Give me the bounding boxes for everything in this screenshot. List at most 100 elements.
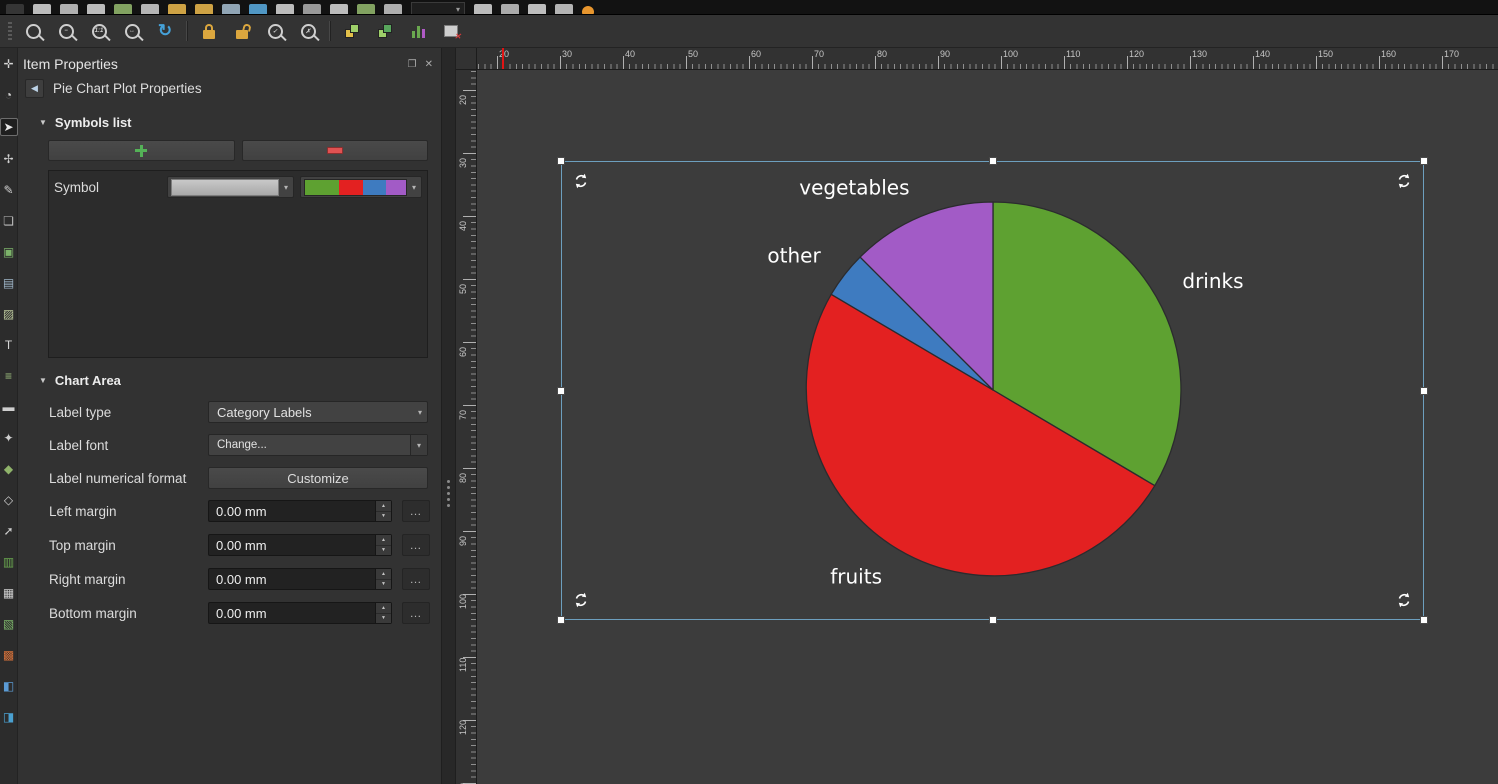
zoom-layout-tool[interactable]: ◔: [1, 87, 17, 103]
spin-up-icon[interactable]: ▲: [376, 501, 391, 512]
unlock-all-items-icon[interactable]: [230, 19, 254, 43]
add-elevation-profile-tool[interactable]: ◨: [1, 709, 17, 725]
back-button[interactable]: ◀: [25, 79, 44, 98]
lock-items-icon[interactable]: [197, 19, 221, 43]
panel-splitter[interactable]: [441, 48, 456, 784]
spin-down-icon[interactable]: ▼: [376, 580, 391, 590]
distribute-items-icon[interactable]: [439, 19, 463, 43]
add-symbol-button[interactable]: [48, 140, 235, 161]
add-html-frame-tool[interactable]: ▩: [1, 647, 17, 663]
toolbar-icon[interactable]: [168, 4, 186, 15]
select-move-item-tool[interactable]: ➤: [0, 118, 18, 136]
symbols-list-group-header[interactable]: ▼ Symbols list: [39, 115, 428, 130]
toolbar-icon[interactable]: [474, 4, 492, 15]
chevron-down-icon[interactable]: ▾: [410, 435, 427, 455]
zoom-full-icon[interactable]: [21, 19, 45, 43]
resize-handle-bottom-left[interactable]: [557, 616, 565, 624]
selection-frame[interactable]: [561, 161, 1424, 620]
color-ramp-dropdown[interactable]: ▾: [300, 176, 422, 198]
label-type-combo[interactable]: Category Labels ▾: [208, 401, 428, 423]
chart-area-group-header[interactable]: ▼ Chart Area: [39, 373, 428, 388]
left-margin-spinbox[interactable]: 0.00 mm ▲▼: [208, 500, 392, 522]
resize-handle-left[interactable]: [557, 387, 565, 395]
toolbar-dropdown[interactable]: ▾: [411, 2, 465, 15]
toolbar-icon[interactable]: [6, 4, 24, 15]
add-3d-map-tool[interactable]: ▤: [1, 275, 17, 291]
add-legend-tool[interactable]: ≡: [1, 368, 17, 384]
add-north-arrow-tool[interactable]: ✦: [1, 430, 17, 446]
group-items-icon[interactable]: [373, 19, 397, 43]
spin-down-icon[interactable]: ▼: [376, 546, 391, 556]
align-items-icon[interactable]: [406, 19, 430, 43]
add-fixed-table-tool[interactable]: ▦: [1, 585, 17, 601]
toolbar-icon[interactable]: [33, 4, 51, 15]
pan-layout-tool[interactable]: ✛: [1, 56, 17, 72]
toolbar-icon[interactable]: [141, 4, 159, 15]
zoom-actual-icon[interactable]: 1:1: [87, 19, 111, 43]
spin-up-icon[interactable]: ▲: [376, 535, 391, 546]
toolbar-grip[interactable]: [8, 22, 12, 40]
spin-down-icon[interactable]: ▼: [376, 614, 391, 624]
toolbar-icon[interactable]: [222, 4, 240, 15]
toolbar-icon[interactable]: [501, 4, 519, 15]
float-panel-icon[interactable]: ❐: [408, 59, 417, 70]
toolbar-icon[interactable]: [276, 4, 294, 15]
toolbar-icon[interactable]: [87, 4, 105, 15]
resize-handle-top-right[interactable]: [1420, 157, 1428, 165]
add-marker-tool[interactable]: ◧: [1, 678, 17, 694]
add-chart-tool[interactable]: ▥: [1, 554, 17, 570]
toolbar-icon[interactable]: [582, 6, 594, 15]
data-defined-override-button[interactable]: …: [402, 500, 430, 522]
add-label-tool[interactable]: T: [1, 337, 17, 353]
zoom-out-icon[interactable]: −: [54, 19, 78, 43]
right-margin-spinbox[interactable]: 0.00 mm ▲▼: [208, 568, 392, 590]
toolbar-icon[interactable]: [303, 4, 321, 15]
add-picture-tool[interactable]: ▨: [1, 306, 17, 322]
remove-symbol-button[interactable]: [242, 140, 429, 161]
rotate-handle-icon[interactable]: [1396, 173, 1412, 189]
toolbar-icon[interactable]: [528, 4, 546, 15]
select-all-icon[interactable]: ✓: [263, 19, 287, 43]
resize-handle-top[interactable]: [989, 157, 997, 165]
resize-handle-bottom[interactable]: [989, 616, 997, 624]
resize-handle-top-left[interactable]: [557, 157, 565, 165]
edit-nodes-item-tool[interactable]: ✎: [1, 182, 17, 198]
close-panel-icon[interactable]: ✕: [425, 59, 433, 70]
toolbar-icon[interactable]: [249, 4, 267, 15]
move-item-content-tool[interactable]: ✢: [1, 151, 17, 167]
data-defined-override-button[interactable]: …: [402, 602, 430, 624]
bottom-margin-spinbox[interactable]: 0.00 mm ▲▼: [208, 602, 392, 624]
toolbar-icon[interactable]: [114, 4, 132, 15]
refresh-view-icon[interactable]: ↻: [153, 19, 177, 43]
layout-view[interactable]: drinksfruitsothervegetables: [477, 70, 1498, 784]
add-pages-tool[interactable]: ❏: [1, 213, 17, 229]
rotate-handle-icon[interactable]: [1396, 592, 1412, 608]
spin-up-icon[interactable]: ▲: [376, 603, 391, 614]
add-shape-tool[interactable]: ◆: [1, 461, 17, 477]
add-node-shape-tool[interactable]: ◇: [1, 492, 17, 508]
toolbar-icon[interactable]: [384, 4, 402, 15]
data-defined-override-button[interactable]: …: [402, 568, 430, 590]
data-defined-override-button[interactable]: …: [402, 534, 430, 556]
toolbar-icon[interactable]: [60, 4, 78, 15]
rotate-handle-icon[interactable]: [573, 592, 589, 608]
label-font-button[interactable]: Change... ▾: [208, 434, 428, 456]
add-arrow-tool[interactable]: ➚: [1, 523, 17, 539]
toolbar-icon[interactable]: [357, 4, 375, 15]
top-margin-spinbox[interactable]: 0.00 mm ▲▼: [208, 534, 392, 556]
add-scalebar-tool[interactable]: ▬: [1, 399, 17, 415]
toolbar-icon[interactable]: [555, 4, 573, 15]
symbol-style-dropdown[interactable]: ▾: [167, 176, 294, 198]
symbols-list[interactable]: Symbol ▾ ▾: [48, 170, 428, 358]
add-map-tool[interactable]: ▣: [1, 244, 17, 260]
spin-up-icon[interactable]: ▲: [376, 569, 391, 580]
toolbar-icon[interactable]: [195, 4, 213, 15]
add-attribute-table-tool[interactable]: ▧: [1, 616, 17, 632]
spin-down-icon[interactable]: ▼: [376, 512, 391, 522]
toolbar-icon[interactable]: [330, 4, 348, 15]
zoom-to-width-icon[interactable]: ↔: [120, 19, 144, 43]
raise-items-icon[interactable]: [340, 19, 364, 43]
customize-format-button[interactable]: Customize: [208, 467, 428, 489]
deselect-all-icon[interactable]: ✗: [296, 19, 320, 43]
resize-handle-bottom-right[interactable]: [1420, 616, 1428, 624]
